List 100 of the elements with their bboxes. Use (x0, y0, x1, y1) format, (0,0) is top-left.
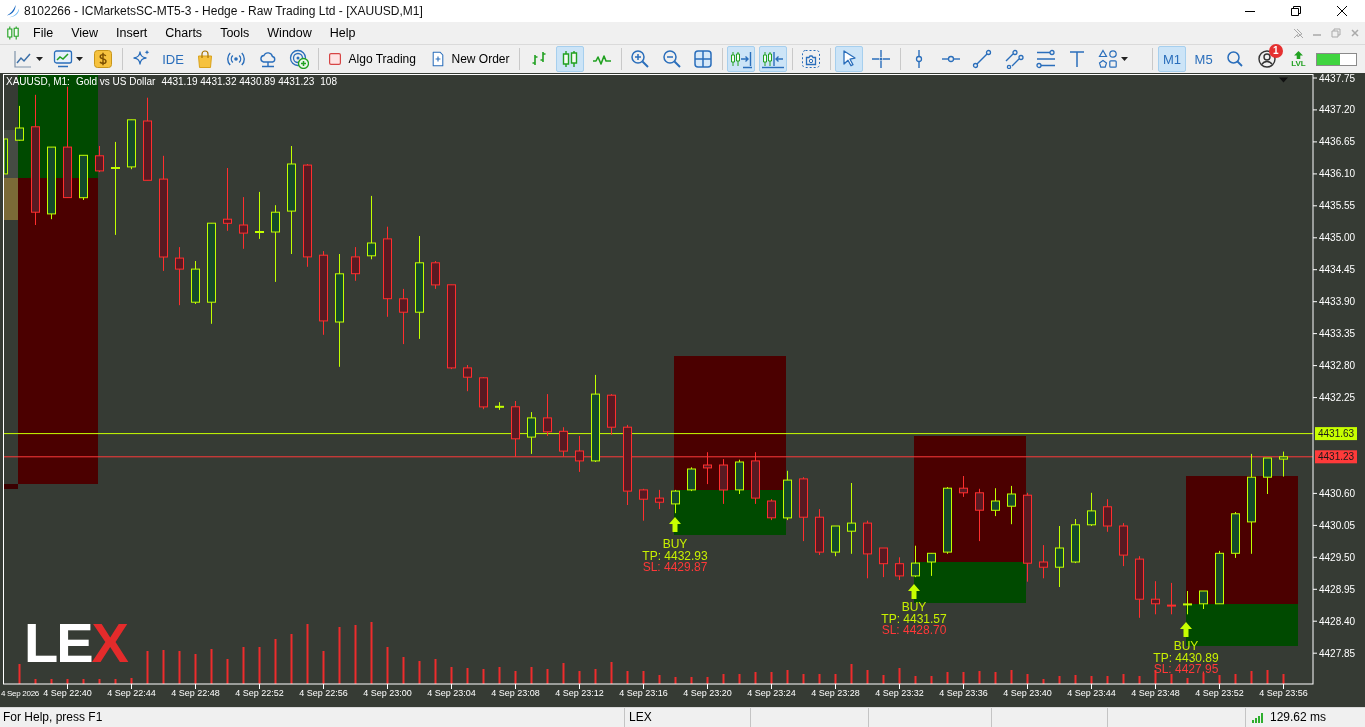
ide-button[interactable]: IDE (158, 46, 187, 72)
menu-item[interactable]: Tools (211, 24, 259, 42)
bullish-candle (527, 411, 536, 455)
bullish-candle (687, 466, 696, 492)
timeframe-button[interactable]: M1 (1158, 46, 1187, 72)
bearish-candle (399, 288, 408, 345)
bearish-candle (223, 167, 232, 232)
chart-shift-button[interactable] (759, 46, 788, 72)
bullish-candle (927, 552, 936, 577)
bullish-candle (1087, 492, 1096, 527)
camera-icon (801, 49, 822, 69)
price-label: 4434.45 (1319, 264, 1356, 276)
close-icon (1350, 28, 1360, 38)
bearish-candle (959, 475, 968, 498)
bearish-candle (1103, 498, 1112, 533)
bullish-candle (1071, 518, 1080, 564)
time-label: 4 Sep 23:56 (1259, 688, 1308, 698)
dollar-icon (93, 49, 114, 69)
time-label: 4 Sep 23:32 (875, 688, 924, 698)
menu-item[interactable]: Help (320, 24, 365, 42)
new-order-button[interactable]: New Order (424, 46, 515, 72)
time-label: 4 Sep 23:12 (555, 688, 604, 698)
menu-item[interactable]: File (24, 24, 63, 42)
price-label: 4435.55 (1319, 200, 1356, 212)
menu-item[interactable]: View (62, 24, 108, 42)
bullish-candle (1183, 590, 1192, 615)
menu-item[interactable]: Charts (156, 24, 212, 42)
bullish-candle (671, 489, 680, 514)
price-tag: 4431.23 (1315, 450, 1357, 464)
bullish-candle (1231, 511, 1240, 559)
price-label: 4437.75 (1319, 73, 1356, 84)
bullish-candle (1199, 590, 1208, 610)
bearish-candle (1151, 580, 1160, 615)
price-label: 4430.60 (1319, 487, 1356, 499)
price-label: 4435.00 (1319, 232, 1356, 244)
bullish-candle (15, 105, 24, 142)
time-label: 4 Sep 23:24 (747, 688, 796, 698)
fibonacci-icon (1035, 49, 1056, 69)
caret-icon (1120, 57, 1128, 61)
price-label: 4433.90 (1319, 296, 1356, 308)
take-profit-label: TP: 4430.89 (1153, 651, 1219, 665)
date-label: 4 Sep 2026 (1, 689, 39, 698)
bearish-candle (607, 393, 616, 436)
bullish-candle (943, 486, 952, 555)
price-label: 4436.65 (1319, 136, 1356, 148)
timeframe-button[interactable]: M5 (1189, 46, 1218, 72)
bullish-candle (255, 191, 264, 240)
time-label: 4 Sep 23:08 (491, 688, 540, 698)
trade-label: BUY (662, 537, 688, 551)
bullish-candle (495, 401, 504, 411)
bearish-candle (751, 451, 760, 505)
bearish-candle (511, 400, 520, 458)
time-label: 4 Sep 22:40 (43, 688, 92, 698)
bullish-candle (1007, 485, 1016, 525)
time-label: 4 Sep 23:00 (363, 688, 412, 698)
bearish-candle (895, 556, 904, 581)
chart-bars-button[interactable] (556, 46, 585, 72)
menu-item[interactable]: Window (258, 24, 321, 42)
bearish-candle (879, 547, 888, 578)
bullish-candle (783, 470, 792, 521)
time-label: 4 Sep 23:16 (619, 688, 668, 698)
algo-trading-button[interactable]: Algo Trading (323, 46, 421, 72)
chart-bars-icon (5, 25, 21, 41)
crosshair-icon (871, 49, 892, 69)
cloud-icon (257, 49, 278, 69)
time-label: 4 Sep 23:52 (1195, 688, 1244, 698)
time-label: 4 Sep 22:48 (171, 688, 220, 698)
bearish-candle (479, 376, 488, 410)
target-plus-icon (289, 49, 310, 69)
bearish-candle (863, 520, 872, 579)
ohlc-values: 4431.19 4431.32 4430.89 4431.23 (161, 76, 315, 87)
app-icon (6, 4, 20, 18)
time-label: 4 Sep 23:48 (1131, 688, 1180, 698)
bearish-candle (655, 489, 664, 510)
shapes-icon (1097, 49, 1118, 69)
bullish-candle (991, 487, 1000, 517)
close-icon (1337, 6, 1347, 16)
price-label: 4432.80 (1319, 360, 1356, 372)
stop-loss-label: SL: 4429.87 (642, 560, 708, 574)
bullish-candle (831, 525, 840, 557)
time-label: 4 Sep 23:20 (683, 688, 732, 698)
bullish-candle (79, 154, 88, 201)
line-chart-icon (13, 49, 33, 69)
stop-loss-label: SL: 4428.70 (881, 623, 947, 637)
menu-item[interactable]: Insert (107, 24, 157, 42)
auto-scroll-button[interactable] (727, 46, 756, 72)
bullish-candle (3, 138, 8, 175)
bullish-candle (735, 459, 744, 495)
caret-icon (75, 57, 83, 61)
logo: LEX (24, 611, 127, 674)
trendline-icon (972, 49, 993, 69)
account-button[interactable]: 1 (1252, 46, 1281, 72)
price-tag: 4431.63 (1315, 427, 1357, 441)
bearish-candle (1039, 544, 1048, 579)
bearish-candle (975, 488, 984, 542)
cursor-button[interactable] (835, 46, 864, 72)
time-label: 4 Sep 22:44 (107, 688, 156, 698)
symbol-label: XAUUSD, M1: (6, 76, 70, 87)
take-profit-label: TP: 4431.57 (881, 612, 947, 626)
bullish-candle (1055, 525, 1064, 588)
